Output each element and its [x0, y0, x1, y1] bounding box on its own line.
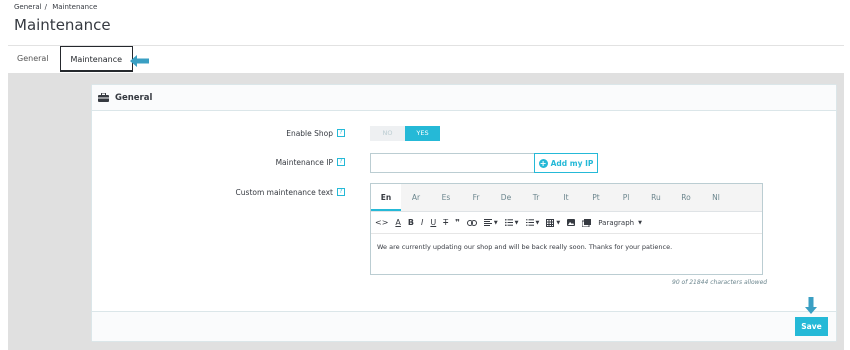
link-icon[interactable]: [466, 219, 477, 226]
media-icon[interactable]: [582, 218, 592, 227]
lang-tab-ro[interactable]: Ro: [671, 184, 701, 211]
italic-icon[interactable]: I: [421, 218, 423, 227]
header-divider: [8, 45, 844, 46]
caret-down-icon: ▼: [514, 219, 519, 226]
language-tabs: En Ar Es Fr De Tr It Pt Pl Ru Ro Nl: [371, 184, 762, 212]
font-color-icon[interactable]: A: [395, 218, 400, 227]
briefcase-icon: [98, 93, 109, 102]
lang-tab-en[interactable]: En: [371, 184, 401, 211]
lang-tab-tr[interactable]: Tr: [521, 184, 551, 211]
maintenance-ip-help-icon[interactable]: ?: [337, 158, 345, 166]
add-my-ip-label: Add my IP: [550, 158, 594, 168]
general-card: General Enable Shop ? NO YES Maintenance…: [91, 84, 837, 342]
caret-down-icon: ▼: [493, 219, 498, 226]
lang-tab-pl[interactable]: Pl: [611, 184, 641, 211]
lang-tab-pt[interactable]: Pt: [581, 184, 611, 211]
card-footer: Save: [92, 311, 836, 341]
breadcrumb-maintenance: Maintenance: [52, 3, 98, 11]
enable-shop-label: Enable Shop: [286, 129, 333, 138]
maintenance-ip-input[interactable]: [370, 153, 535, 173]
rich-text-editor: En Ar Es Fr De Tr It Pt Pl Ru Ro Nl <> A…: [370, 183, 763, 275]
card-header: General: [92, 85, 836, 111]
image-icon[interactable]: [567, 219, 576, 226]
table-icon[interactable]: ▼: [546, 218, 561, 227]
breadcrumb-separator: /: [44, 3, 47, 11]
code-icon[interactable]: <>: [375, 218, 388, 227]
plus-circle-icon: +: [538, 158, 548, 168]
enable-shop-toggle[interactable]: NO YES: [370, 126, 440, 141]
strikethrough-icon[interactable]: T: [443, 218, 448, 227]
quote-icon[interactable]: ❞: [455, 218, 460, 227]
caret-down-icon: ▼: [556, 219, 561, 226]
lang-tab-it[interactable]: It: [551, 184, 581, 211]
paragraph-dropdown[interactable]: Paragraph ▼: [598, 219, 642, 227]
tab-bar: General Maintenance: [8, 46, 134, 73]
add-my-ip-button[interactable]: + Add my IP: [534, 153, 598, 173]
paragraph-label: Paragraph: [598, 218, 635, 227]
breadcrumb-general[interactable]: General: [14, 3, 42, 11]
bullet-list-icon[interactable]: ▼: [504, 219, 519, 226]
custom-text-label: Custom maintenance text: [235, 188, 333, 197]
lang-tab-ru[interactable]: Ru: [641, 184, 671, 211]
lang-tab-nl[interactable]: Nl: [701, 184, 731, 211]
save-button[interactable]: Save: [795, 317, 828, 336]
caret-down-icon: ▼: [638, 219, 642, 226]
custom-text-help-icon[interactable]: ?: [337, 188, 345, 196]
lang-tab-de[interactable]: De: [491, 184, 521, 211]
card-title: General: [115, 92, 153, 103]
editor-toolbar: <> A B I U T ❞ ▼ ▼ ▼ ▼ Paragraph ▼: [371, 212, 762, 234]
breadcrumb: General / Maintenance: [14, 3, 100, 11]
enable-shop-help-icon[interactable]: ?: [337, 129, 345, 137]
align-icon[interactable]: ▼: [483, 219, 498, 226]
caret-down-icon: ▼: [535, 219, 540, 226]
lang-tab-ar[interactable]: Ar: [401, 184, 431, 211]
arrow-left-icon: [130, 55, 149, 67]
maintenance-ip-label: Maintenance IP: [275, 158, 333, 167]
tab-general[interactable]: General: [8, 46, 58, 72]
lang-tab-fr[interactable]: Fr: [461, 184, 491, 211]
toggle-yes[interactable]: YES: [405, 126, 440, 141]
character-count: 90 of 21844 characters allowed: [672, 279, 768, 286]
tab-maintenance[interactable]: Maintenance: [59, 46, 134, 72]
underline-icon[interactable]: U: [430, 218, 436, 227]
numbered-list-icon[interactable]: ▼: [525, 219, 540, 226]
editor-content[interactable]: We are currently updating our shop and w…: [371, 234, 762, 260]
page-title: Maintenance: [14, 16, 111, 34]
bold-icon[interactable]: B: [408, 218, 414, 227]
lang-tab-es[interactable]: Es: [431, 184, 461, 211]
toggle-no[interactable]: NO: [370, 126, 405, 141]
arrow-down-icon: [805, 297, 817, 314]
